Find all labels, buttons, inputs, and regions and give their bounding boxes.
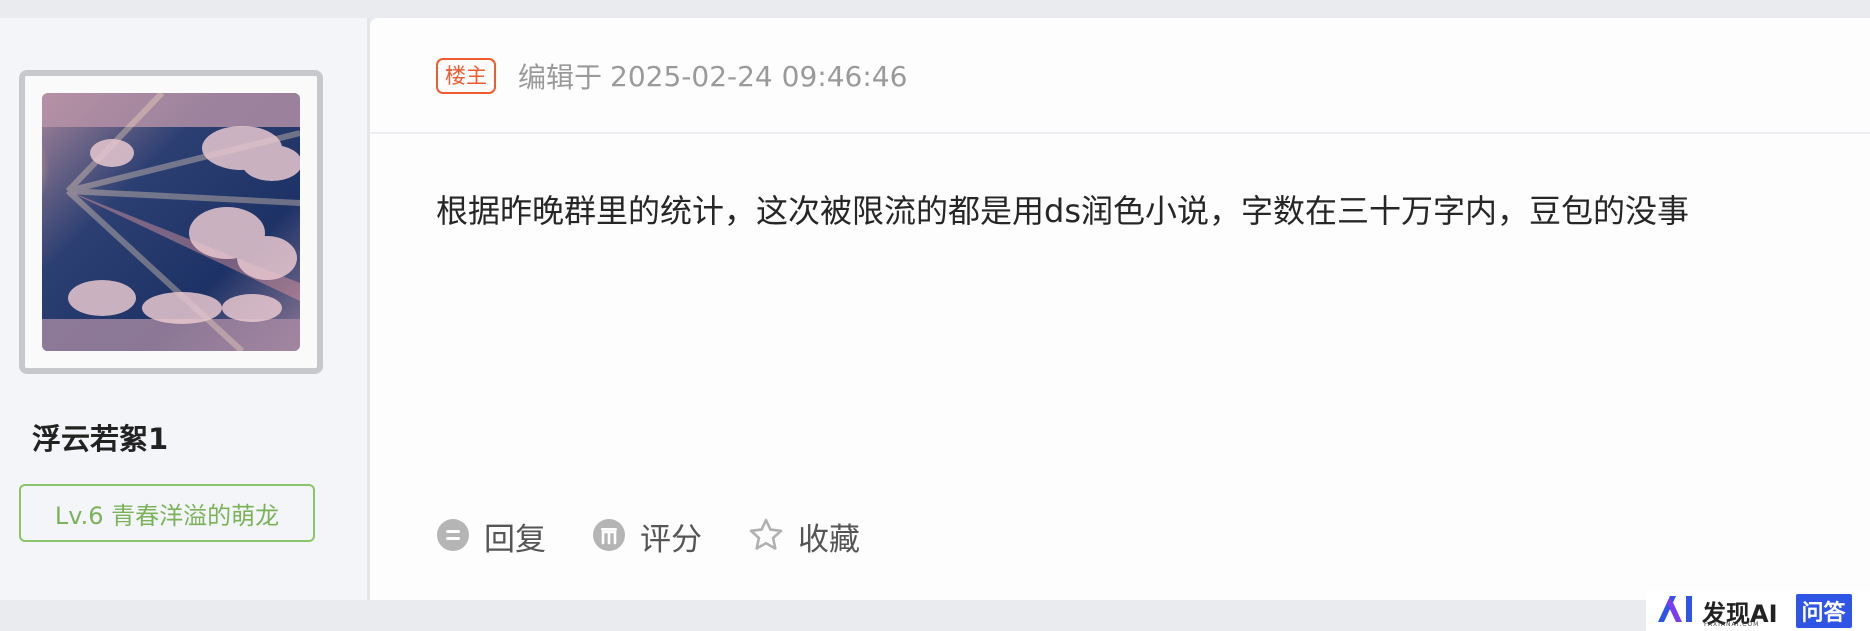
op-badge: 楼主 <box>436 58 496 94</box>
header-divider <box>370 132 1870 134</box>
watermark-domain: FAXIANAI.COM <box>1704 621 1760 628</box>
star-icon <box>748 517 784 557</box>
reply-label: 回复 <box>484 522 546 558</box>
post-card: 浮云若絮1 Lv.6 青春洋溢的萌龙 楼主 编辑于 2025-02-24 09:… <box>0 18 1870 600</box>
post-meta: 楼主 编辑于 2025-02-24 09:46:46 <box>436 56 907 96</box>
avatar-image <box>42 93 300 351</box>
edit-timestamp: 2025-02-24 09:46:46 <box>610 59 908 93</box>
edit-label: 编辑于 <box>518 61 603 94</box>
favorite-label: 收藏 <box>798 522 860 558</box>
post-actions: 回复 评分 收藏 <box>436 514 906 559</box>
rate-label: 评分 <box>640 522 702 558</box>
watermark-qa: 问答 <box>1795 594 1852 628</box>
watermark: 发现AI FAXIANAI.COM 问答 <box>1646 591 1870 631</box>
reply-button[interactable]: 回复 <box>436 514 546 559</box>
author-panel: 浮云若絮1 Lv.6 青春洋溢的萌龙 <box>0 18 367 600</box>
post-body: 根据昨晚群里的统计，这次被限流的都是用ds润色小说，字数在三十万字内，豆包的没事 <box>436 192 1689 230</box>
level-badge: Lv.6 青春洋溢的萌龙 <box>19 484 315 542</box>
favorite-button[interactable]: 收藏 <box>748 514 860 559</box>
reply-icon <box>436 518 470 556</box>
post-content: 楼主 编辑于 2025-02-24 09:46:46 根据昨晚群里的统计，这次被… <box>370 18 1870 600</box>
rate-icon <box>592 518 626 556</box>
avatar[interactable] <box>19 70 323 374</box>
rate-button[interactable]: 评分 <box>592 514 702 559</box>
author-username[interactable]: 浮云若絮1 <box>32 416 168 458</box>
brand-logo-icon <box>1656 594 1696 628</box>
